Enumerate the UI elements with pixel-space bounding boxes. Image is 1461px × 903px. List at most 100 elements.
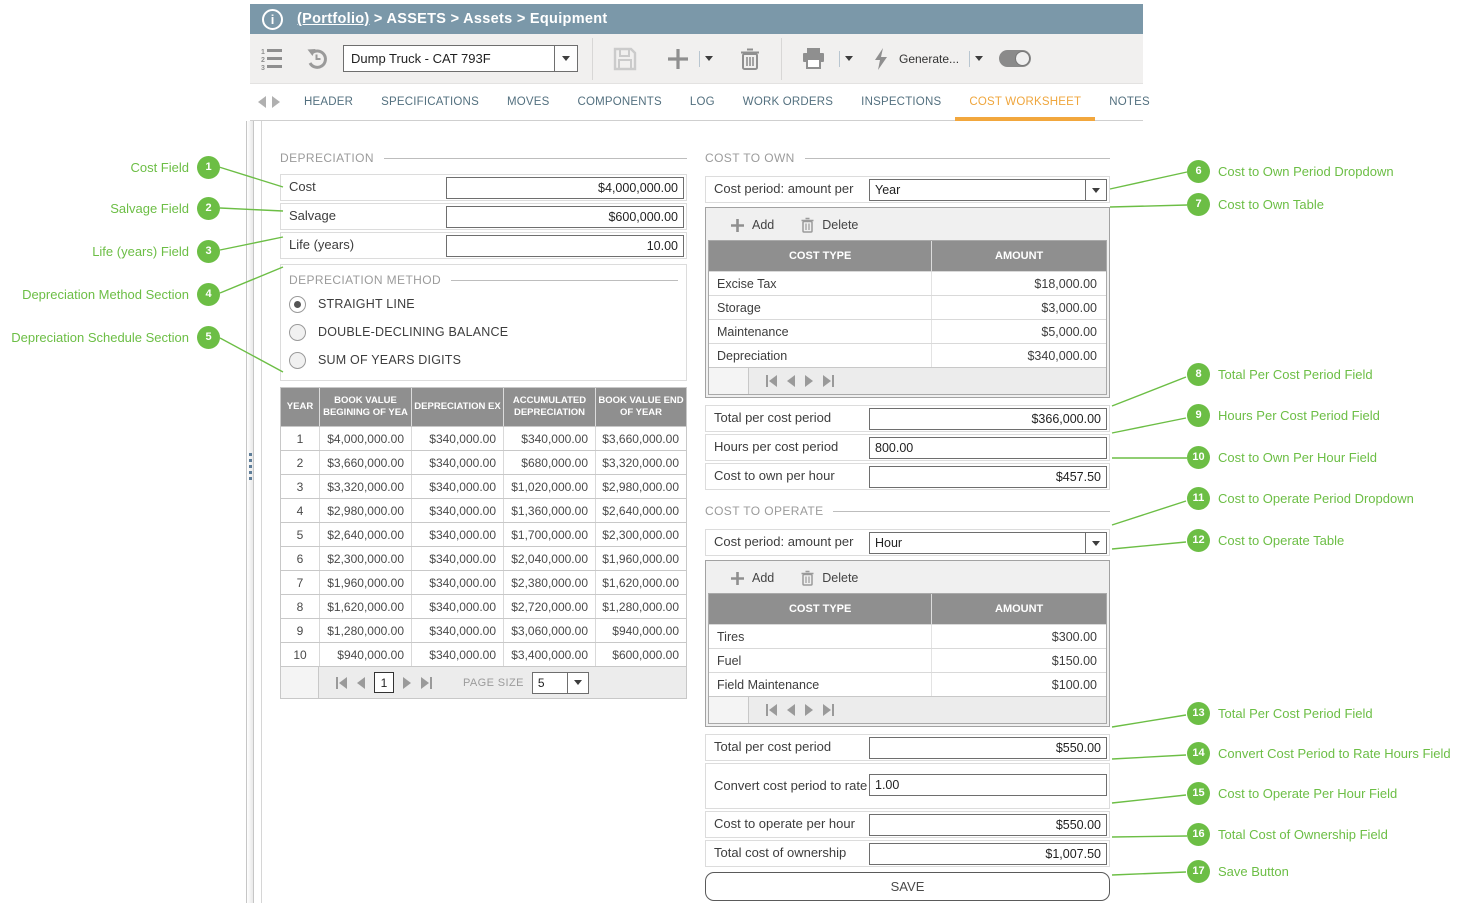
toolbar-separator (592, 38, 593, 80)
cell: $1,700,000.00 (503, 523, 595, 546)
page-size-dropdown-button[interactable] (567, 673, 588, 693)
cost-to-operate-per-hour-field[interactable]: $550.00 (869, 814, 1107, 836)
cost-field-input[interactable]: $4,000,000.00 (446, 177, 684, 199)
cell: $340,000.00 (411, 547, 503, 570)
cell: $1,280,000.00 (319, 619, 411, 642)
radio-option-straight-line[interactable]: STRAIGHT LINE (289, 292, 678, 316)
annotation-10: 10Cost to Own Per Hour Field (1187, 445, 1377, 469)
table-row[interactable]: 9$1,280,000.00$340,000.00$3,060,000.00$9… (281, 618, 686, 642)
breadcrumb-portfolio-link[interactable]: (Portfolio) (297, 11, 370, 27)
table-row[interactable]: Storage$3,000.00 (709, 295, 1106, 319)
table-row[interactable]: Tires$300.00 (709, 624, 1106, 648)
asset-selector-value[interactable]: Dump Truck - CAT 793F (344, 46, 554, 71)
pager-last-button[interactable] (416, 677, 437, 689)
tab-scroll-right-icon[interactable] (272, 96, 280, 108)
history-button[interactable] (294, 34, 339, 83)
table-row[interactable]: Excise Tax$18,000.00 (709, 271, 1106, 295)
toolbar-record-actions-group (597, 34, 777, 83)
annotation-badge: 13 (1187, 702, 1210, 725)
total-cost-of-ownership-field[interactable]: $1,007.50 (869, 843, 1107, 865)
tab-cost-worksheet[interactable]: COST WORKSHEET (955, 84, 1095, 120)
table-row[interactable]: Maintenance$5,000.00 (709, 319, 1106, 343)
cost-to-operate-period-value[interactable]: Hour (870, 536, 1085, 550)
tab-log[interactable]: LOG (676, 84, 729, 120)
hours-per-cost-period-field[interactable]: 800.00 (869, 437, 1107, 459)
pager-prev-button[interactable] (782, 704, 800, 716)
salvage-field-input[interactable]: $600,000.00 (446, 206, 684, 228)
tab-header[interactable]: HEADER (290, 84, 367, 120)
annotation-3: Life (years) Field3 (0, 239, 220, 263)
record-list-button[interactable]: 123 (250, 34, 294, 83)
add-record-dropdown-button[interactable] (699, 34, 723, 83)
panel-splitter[interactable] (246, 121, 254, 903)
generate-dropdown-button[interactable] (963, 34, 989, 83)
radio-icon[interactable] (289, 324, 306, 341)
table-row[interactable]: Fuel$150.00 (709, 648, 1106, 672)
pager-first-button[interactable] (761, 704, 782, 716)
table-row[interactable]: 6$2,300,000.00$340,000.00$2,040,000.00$1… (281, 546, 686, 570)
table-row[interactable]: Depreciation$340,000.00 (709, 343, 1106, 367)
pager-first-button[interactable] (331, 677, 352, 689)
radio-icon[interactable] (289, 352, 306, 369)
pager-next-button[interactable] (800, 704, 818, 716)
annotation-badge: 1 (197, 156, 220, 179)
table-row[interactable]: 1$4,000,000.00$340,000.00$340,000.00$3,6… (281, 426, 686, 450)
toolbar-navigation-group: 123 Dump Truck - CAT 793F (250, 34, 578, 83)
cell: $3,660,000.00 (595, 427, 686, 450)
radio-option-double-declining[interactable]: DOUBLE-DECLINING BALANCE (289, 320, 678, 344)
cost-to-operate-period-dropdown-button[interactable] (1085, 533, 1106, 553)
add-record-button[interactable] (653, 34, 699, 83)
pager-current-page[interactable]: 1 (374, 672, 394, 693)
tab-notes[interactable]: NOTES (1095, 84, 1164, 120)
save-button[interactable]: SAVE (705, 872, 1110, 901)
annotation-label: Salvage Field (110, 201, 189, 216)
cost-to-operate-add-button[interactable]: Add (730, 571, 774, 586)
tab-scroll-left-icon[interactable] (258, 96, 266, 108)
cost-to-own-add-button[interactable]: Add (730, 218, 774, 233)
tab-components[interactable]: COMPONENTS (563, 84, 675, 120)
total-per-cost-period-own-field[interactable]: $366,000.00 (869, 408, 1107, 430)
generate-button[interactable]: Generate... (859, 34, 963, 83)
convert-cost-period-field[interactable]: 1.00 (869, 774, 1107, 796)
info-icon[interactable]: i (262, 9, 283, 30)
cost-to-own-period-value[interactable]: Year (870, 183, 1085, 197)
pager-first-button[interactable] (761, 375, 782, 387)
radio-option-sum-of-years[interactable]: SUM OF YEARS DIGITS (289, 348, 678, 372)
table-row[interactable]: 7$1,960,000.00$340,000.00$2,380,000.00$1… (281, 570, 686, 594)
life-years-field-input[interactable]: 10.00 (446, 235, 684, 257)
cost-to-own-delete-button[interactable]: Delete (800, 217, 858, 233)
pager-last-button[interactable] (818, 704, 839, 716)
table-row[interactable]: 4$2,980,000.00$340,000.00$1,360,000.00$2… (281, 498, 686, 522)
tab-inspections[interactable]: INSPECTIONS (847, 84, 955, 120)
cell: $3,320,000.00 (319, 475, 411, 498)
page-size-value[interactable]: 5 (533, 673, 567, 693)
pager-prev-button[interactable] (782, 375, 800, 387)
toggle-knob (1015, 51, 1030, 66)
table-row[interactable]: 2$3,660,000.00$340,000.00$680,000.00$3,3… (281, 450, 686, 474)
cost-to-own-per-hour-field[interactable]: $457.50 (869, 466, 1107, 488)
pager-next-button[interactable] (800, 375, 818, 387)
total-per-cost-period-operate-field[interactable]: $550.00 (869, 737, 1107, 759)
pager-next-button[interactable] (398, 677, 416, 689)
cost-to-own-period-dropdown-button[interactable] (1085, 180, 1106, 200)
tab-work-orders[interactable]: WORK ORDERS (729, 84, 847, 120)
radio-selected-icon[interactable] (289, 296, 306, 313)
table-row[interactable]: Field Maintenance$100.00 (709, 672, 1106, 696)
tab-moves[interactable]: MOVES (493, 84, 564, 120)
annotation-12: 12Cost to Operate Table (1187, 528, 1344, 552)
first-page-icon (769, 704, 777, 716)
save-record-button[interactable] (597, 34, 653, 83)
table-row[interactable]: 10$940,000.00$340,000.00$3,400,000.00$60… (281, 642, 686, 666)
pager-prev-button[interactable] (352, 677, 370, 689)
delete-record-button[interactable] (723, 34, 777, 83)
table-row[interactable]: 8$1,620,000.00$340,000.00$2,720,000.00$1… (281, 594, 686, 618)
print-button[interactable] (786, 34, 833, 83)
tab-specifications[interactable]: SPECIFICATIONS (367, 84, 493, 120)
print-dropdown-button[interactable] (833, 34, 859, 83)
toggle-switch[interactable] (999, 50, 1031, 67)
pager-last-button[interactable] (818, 375, 839, 387)
asset-selector-dropdown-button[interactable] (554, 46, 577, 71)
table-row[interactable]: 5$2,640,000.00$340,000.00$1,700,000.00$2… (281, 522, 686, 546)
cost-to-operate-delete-button[interactable]: Delete (800, 570, 858, 586)
table-row[interactable]: 3$3,320,000.00$340,000.00$1,020,000.00$2… (281, 474, 686, 498)
